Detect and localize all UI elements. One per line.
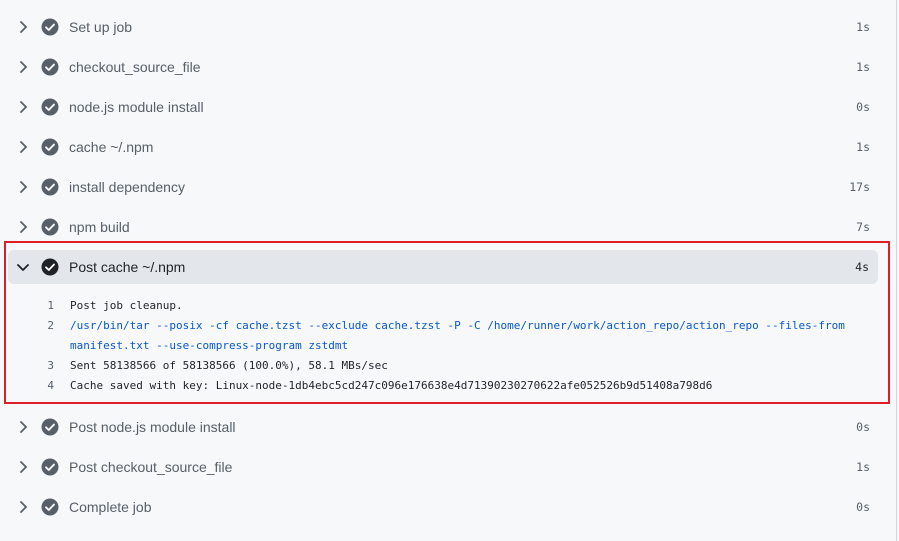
- step-label: node.js module install: [69, 99, 204, 115]
- chevron-right-icon[interactable]: [15, 219, 31, 235]
- check-circle-icon: [41, 418, 59, 436]
- chevron-right-icon[interactable]: [15, 99, 31, 115]
- log-line-number[interactable]: 1: [30, 296, 54, 316]
- log-line-text: Cache saved with key: Linux-node-1db4ebc…: [70, 379, 713, 392]
- step-log: 1 Post job cleanup. 2 /usr/bin/tar --pos…: [30, 296, 870, 396]
- chevron-right-icon[interactable]: [15, 499, 31, 515]
- step-duration: 0s: [856, 100, 870, 114]
- step-row[interactable]: Post node.js module install 0s: [0, 410, 880, 444]
- step-duration: 1s: [856, 140, 870, 154]
- check-circle-icon: [41, 98, 59, 116]
- log-line-text: /usr/bin/tar --posix -cf cache.tzst --ex…: [70, 319, 852, 352]
- log-line: 2 /usr/bin/tar --posix -cf cache.tzst --…: [30, 316, 870, 356]
- check-circle-icon: [41, 178, 59, 196]
- step-label: Post cache ~/.npm: [69, 259, 186, 275]
- chevron-right-icon[interactable]: [15, 179, 31, 195]
- step-duration: 0s: [856, 500, 870, 514]
- check-circle-icon: [41, 18, 59, 36]
- step-label: npm build: [69, 219, 130, 235]
- check-circle-icon: [41, 498, 59, 516]
- log-line: 3 Sent 58138566 of 58138566 (100.0%), 58…: [30, 356, 870, 376]
- log-line-text: Post job cleanup.: [70, 299, 183, 312]
- step-label: checkout_source_file: [69, 59, 201, 75]
- step-label: cache ~/.npm: [69, 139, 154, 155]
- step-label: Complete job: [69, 499, 152, 515]
- log-line-text: Sent 58138566 of 58138566 (100.0%), 58.1…: [70, 359, 388, 372]
- chevron-down-icon[interactable]: [15, 259, 31, 275]
- step-row[interactable]: checkout_source_file 1s: [0, 50, 880, 84]
- log-line: 1 Post job cleanup.: [30, 296, 870, 316]
- step-duration: 4s: [855, 260, 869, 274]
- log-line: 4 Cache saved with key: Linux-node-1db4e…: [30, 376, 870, 396]
- log-line-number[interactable]: 4: [30, 376, 54, 396]
- step-row-expanded[interactable]: Post cache ~/.npm 4s: [8, 250, 878, 284]
- step-label: Post node.js module install: [69, 419, 236, 435]
- step-row[interactable]: Post checkout_source_file 1s: [0, 450, 880, 484]
- check-circle-icon: [41, 218, 59, 236]
- step-duration: 1s: [856, 60, 870, 74]
- step-label: Post checkout_source_file: [69, 459, 233, 475]
- step-label: install dependency: [69, 179, 185, 195]
- chevron-right-icon[interactable]: [15, 59, 31, 75]
- check-circle-icon: [41, 458, 59, 476]
- check-circle-icon: [41, 138, 59, 156]
- chevron-right-icon[interactable]: [15, 139, 31, 155]
- chevron-right-icon[interactable]: [15, 419, 31, 435]
- step-label: Set up job: [69, 19, 133, 35]
- check-circle-icon: [41, 258, 59, 276]
- step-row[interactable]: Complete job 0s: [0, 490, 880, 524]
- step-row[interactable]: node.js module install 0s: [0, 90, 880, 124]
- step-duration: 7s: [856, 220, 870, 234]
- step-duration: 1s: [856, 20, 870, 34]
- check-circle-icon: [41, 58, 59, 76]
- step-duration: 0s: [856, 420, 870, 434]
- log-line-number[interactable]: 3: [30, 356, 54, 376]
- chevron-right-icon[interactable]: [15, 19, 31, 35]
- step-row[interactable]: Set up job 1s: [0, 10, 880, 44]
- chevron-right-icon[interactable]: [15, 459, 31, 475]
- log-line-number[interactable]: 2: [30, 316, 54, 336]
- step-row[interactable]: install dependency 17s: [0, 170, 880, 204]
- job-steps-panel: Set up job 1s checkout_source_file 1s no…: [0, 0, 897, 541]
- step-row[interactable]: npm build 7s: [0, 210, 880, 244]
- step-row[interactable]: cache ~/.npm 1s: [0, 130, 880, 164]
- step-duration: 17s: [849, 180, 870, 194]
- step-duration: 1s: [856, 460, 870, 474]
